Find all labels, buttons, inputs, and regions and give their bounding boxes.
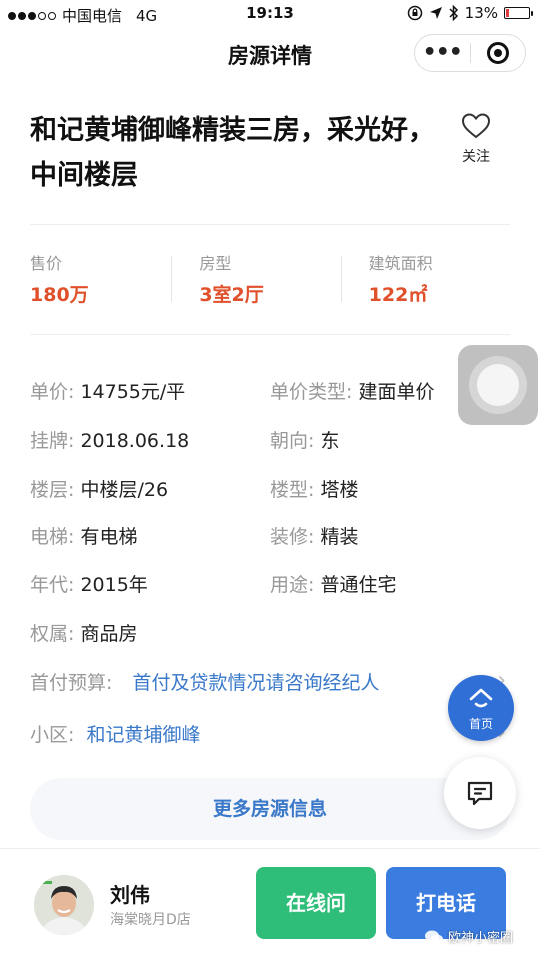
rotation-lock-icon — [407, 5, 422, 21]
watermark-text: 欧神小密圈 — [448, 931, 514, 946]
detail-value: 14755元/平 — [80, 381, 186, 403]
close-mini-program-button[interactable] — [471, 42, 526, 64]
battery-icon — [504, 7, 533, 19]
detail-value: 有电梯 — [80, 526, 138, 548]
divider — [30, 334, 510, 335]
detail-listed: 挂牌: 2018.06.18 — [30, 428, 189, 454]
stat-value: 3室2厅 — [199, 284, 264, 306]
detail-label: 楼型: — [270, 479, 315, 501]
ask-online-button[interactable]: 在线问 — [256, 867, 376, 939]
agent-bar: 刘伟 海棠晓月D店 在线问 打电话 欧神小密圈 — [0, 848, 540, 960]
detail-label: 楼层: — [30, 479, 75, 501]
detail-value: 塔楼 — [320, 479, 359, 501]
detail-label: 挂牌: — [30, 430, 75, 452]
detail-label: 单价: — [30, 381, 75, 403]
stat-area: 建筑面积 122㎡ — [340, 250, 510, 306]
agent-photo — [34, 875, 94, 935]
stat-layout: 房型 3室2厅 — [171, 250, 340, 306]
detail-value: 精装 — [320, 526, 359, 548]
detail-floor: 楼层: 中楼层/26 — [30, 477, 168, 503]
stat-label: 建筑面积 — [368, 254, 433, 273]
wechat-icon — [425, 930, 443, 943]
detail-label: 小区: — [30, 724, 75, 746]
detail-usage: 用途: 普通住宅 — [270, 572, 396, 598]
detail-value: 2015年 — [80, 574, 148, 596]
detail-value: 2018.06.18 — [80, 430, 190, 452]
more-listing-info-button[interactable]: 更多房源信息 — [30, 778, 510, 840]
stat-label: 房型 — [199, 254, 232, 273]
message-icon — [467, 781, 493, 806]
detail-label: 首付预算: — [30, 672, 113, 694]
stat-value: 122㎡ — [368, 284, 428, 306]
detail-label: 年代: — [30, 574, 75, 596]
detail-label: 装修: — [270, 526, 315, 548]
agent-name: 刘伟 — [110, 883, 150, 907]
home-icon — [469, 688, 493, 708]
detail-building-type: 楼型: 塔楼 — [270, 477, 358, 503]
community-link[interactable]: 和记黄埔御峰 — [86, 724, 200, 746]
follow-label: 关注 — [462, 149, 490, 165]
agent-store: 海棠晓月D店 — [110, 912, 191, 928]
home-button[interactable]: 首页 — [448, 675, 514, 741]
chat-button[interactable] — [444, 757, 516, 829]
status-right: 13% — [407, 4, 533, 22]
stat-price: 售价 180万 — [30, 250, 171, 306]
heart-icon — [461, 113, 491, 139]
detail-unit-price-type: 单价类型: 建面单价 — [270, 379, 434, 405]
detail-label: 权属: — [30, 623, 75, 645]
follow-button[interactable]: 关注 — [458, 112, 494, 166]
detail-value: 商品房 — [80, 623, 138, 645]
agent-avatar[interactable] — [34, 875, 94, 935]
nav-bar: 房源详情 ••• — [0, 28, 540, 80]
detail-year: 年代: 2015年 — [30, 572, 148, 598]
bluetooth-icon — [449, 5, 458, 21]
down-payment-row[interactable]: 首付预算: 首付及贷款情况请咨询经纪人 — [30, 670, 379, 696]
detail-label: 用途: — [270, 574, 315, 596]
divider — [30, 224, 510, 225]
detail-label: 朝向: — [270, 430, 315, 452]
more-options-button[interactable]: ••• — [415, 40, 470, 65]
location-icon — [429, 7, 442, 19]
stat-value: 180万 — [30, 284, 89, 306]
detail-value: 东 — [320, 430, 340, 452]
watermark: 欧神小密圈 — [424, 927, 513, 946]
detail-ownership: 权属: 商品房 — [30, 621, 137, 647]
detail-orientation: 朝向: 东 — [270, 428, 339, 454]
ellipsis-icon: ••• — [422, 40, 463, 65]
mini-program-capsule: ••• — [414, 34, 526, 72]
community-row[interactable]: 小区: 和记黄埔御峰 — [30, 722, 200, 748]
detail-label: 单价类型: — [270, 381, 353, 403]
detail-value: 普通住宅 — [320, 574, 397, 596]
stat-label: 售价 — [30, 254, 63, 273]
key-stats: 售价 180万 房型 3室2厅 建筑面积 122㎡ — [30, 250, 510, 306]
detail-unit-price: 单价: 14755元/平 — [30, 379, 185, 405]
target-icon — [486, 42, 509, 64]
down-payment-link[interactable]: 首付及贷款情况请咨询经纪人 — [132, 672, 379, 694]
listing-title: 和记黄埔御峰精装三房，采光好，中间楼层 — [30, 115, 435, 191]
detail-value: 中楼层/26 — [80, 479, 169, 501]
home-label: 首页 — [468, 717, 493, 731]
detail-elevator: 电梯: 有电梯 — [30, 524, 137, 550]
detail-label: 电梯: — [30, 526, 75, 548]
status-bar: 中国电信 4G 19:13 13% — [0, 0, 540, 28]
detail-decoration: 装修: 精装 — [270, 524, 358, 550]
detail-value: 建面单价 — [358, 381, 435, 403]
assistive-touch-button[interactable] — [458, 345, 538, 425]
battery-percent: 13% — [464, 4, 498, 22]
